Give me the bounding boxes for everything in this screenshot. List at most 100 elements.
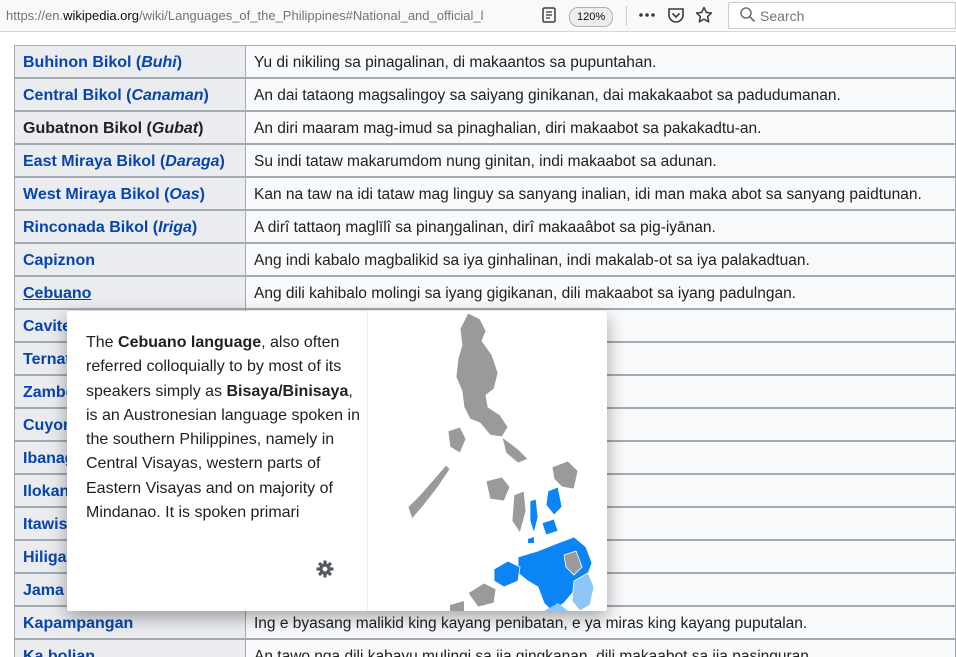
sentence-cell: Kan na taw na idi tataw mag linguy sa sa… [245,177,956,210]
gear-icon[interactable] [314,558,336,580]
sentence-cell: A dirî tattaoŋ maglīlî sa pinaŋgalinan, … [245,210,956,243]
search-placeholder: Search [760,8,805,24]
extract-text: , is an Austronesian language spoken in … [86,382,360,522]
language-link[interactable]: Kapampangan [23,615,133,633]
toolbar-divider [626,6,627,26]
language-link[interactable]: East Miraya Bikol (Daraga) [23,153,225,171]
sentence-cell: Yu di nikiling sa pinagalinan, di makaan… [245,45,956,78]
table-row: Ka bolian An tawo nga dili kabayu mulingi… [14,639,956,657]
sentence-cell: Su indi tataw makarumdom nung ginitan, i… [245,144,956,177]
extract-text: The [86,334,119,351]
language-link[interactable]: Jama [23,582,64,600]
language-variant-text: Daraga [165,153,220,170]
language-cell: Cebuano [14,276,246,309]
extract-bold-term: Cebuano language [118,334,262,351]
language-cell: Gubatnon Bikol (Gubat) [14,111,246,144]
philippines-language-map[interactable] [367,311,607,611]
table-row: Rinconada Bikol (Iriga) A dirî tattaoŋ ma… [14,210,956,243]
extract-bold-term: Bisaya/Binisaya [226,382,349,400]
language-name-text: Kapampangan [23,615,134,632]
sentence-cell: Ang indi kabalo magbalikid sa iya ginhal… [245,243,956,276]
language-name-text: Ka bolian [23,648,96,657]
language-variant-text: Iriga [158,219,192,236]
language-name-text: Itawis [23,516,68,533]
language-cell: Buhinon Bikol (Buhi) [14,45,246,78]
table-row: Cebuano Ang dili kahibalo molingi sa iyan… [14,276,956,309]
sentence-cell: Ang dili kahibalo molingi sa iyang gigik… [245,276,956,309]
map-region-bohol [541,518,559,536]
page-preview-popup[interactable]: The Cebuano language, also often referre… [67,311,607,611]
language-name-text: Jama [23,582,64,599]
map-region-cebu [529,498,539,535]
language-name-text: ) [176,54,183,71]
table-row: Capiznon Ang indi kabalo magbalikid sa iy… [14,243,956,276]
language-link[interactable]: Ka bolian [23,648,95,657]
language-name-text: Rinconada Bikol ( [23,219,159,236]
table-row: West Miraya Bikol (Oas) Kan na taw na idi… [14,177,956,210]
sentence-cell: An dai tataong magsalingoy sa saiyang gi… [245,78,956,111]
language-name-text: East Miraya Bikol ( [23,153,166,170]
table-row: Buhinon Bikol (Buhi) Yu di nikiling sa pi… [14,45,956,78]
language-link[interactable]: Itawis [23,516,67,534]
language-name-text: ) [203,87,209,104]
sentence-text: Ang dili kahibalo molingi sa iyang gigik… [254,285,796,302]
language-link[interactable]: Cuyon [23,417,73,435]
language-cell: East Miraya Bikol (Daraga) [14,144,246,177]
url-prefix: https://en. [6,8,64,23]
reader-view-icon[interactable] [541,6,557,28]
language-link[interactable]: Ilokan [23,483,69,501]
browser-toolbar: https://en.wikipedia.org/wiki/Languages_… [0,0,956,32]
language-link[interactable]: Cebuano [23,285,91,303]
language-name: Gubatnon Bikol (Gubat) [23,120,203,138]
url-path: /wiki/Languages_of_the_Philippines#Natio… [138,8,484,23]
language-cell: Capiznon [14,243,246,276]
language-name-text: Cebuano [23,285,92,302]
pocket-icon[interactable] [667,6,685,28]
map-region-leyte [545,486,563,516]
extract-fade [297,523,367,549]
url-host: wikipedia.org [63,8,139,23]
language-cell: Central Bikol (Canaman) [14,78,246,111]
url-bar[interactable]: https://en.wikipedia.org/wiki/Languages_… [6,8,506,23]
language-cell: Ka bolian [14,639,246,657]
language-link[interactable]: Buhinon Bikol (Buhi) [23,54,182,72]
language-name-text: ) [199,186,205,203]
language-link[interactable]: Capiznon [23,252,95,270]
search-icon [739,6,756,28]
language-link[interactable]: Cavite [23,318,71,336]
sentence-text: Su indi tataw makarumdom nung ginitan, i… [254,153,717,170]
language-name-text: ) [191,219,198,236]
sentence-text: An diri maaram mag-imud sa pinaghalian, … [254,120,762,137]
bookmark-star-icon[interactable] [695,6,713,28]
language-link[interactable]: Rinconada Bikol (Iriga) [23,219,197,237]
table-row: Gubatnon Bikol (Gubat) An diri maaram mag… [14,111,956,144]
language-link[interactable]: Ternat [23,351,71,369]
language-name-text: Ternat [23,351,71,368]
more-icon[interactable] [638,6,656,28]
language-variant-text: Canaman [131,87,204,104]
language-cell: West Miraya Bikol (Oas) [14,177,246,210]
language-name-text: Capiznon [23,252,95,269]
language-name-text: West Miraya Bikol ( [23,186,170,203]
language-name-text: Buhinon Bikol ( [23,54,142,71]
map-region-siquijor [528,537,534,543]
language-link[interactable]: West Miraya Bikol (Oas) [23,186,205,204]
language-variant-text: Oas [169,186,200,203]
language-variant-text: Buhi [141,54,177,71]
language-name-text: ) [198,120,204,137]
preview-extract[interactable]: The Cebuano language, also often referre… [86,331,361,547]
language-name-text: Ilokan [23,483,70,500]
sentence-text: An dai tataong magsalingoy sa saiyang gi… [254,87,841,104]
language-variant-text: Gubat [151,120,199,137]
table-row: East Miraya Bikol (Daraga) Su indi tataw … [14,144,956,177]
language-name-text: Cavite [23,318,72,335]
map-region-negros [511,490,527,534]
sentence-text: Kan na taw na idi tataw mag linguy sa sa… [254,186,922,203]
zoom-level-button[interactable]: 120% [569,7,614,27]
table-row: Central Bikol (Canaman) An dai tataong ma… [14,78,956,111]
search-input[interactable]: Search [728,2,956,29]
language-name-text: Central Bikol ( [23,87,132,104]
language-name-text: ) [219,153,225,170]
sentence-text: Yu di nikiling sa pinagalinan, di makaan… [254,54,657,71]
language-link[interactable]: Central Bikol (Canaman) [23,87,209,105]
